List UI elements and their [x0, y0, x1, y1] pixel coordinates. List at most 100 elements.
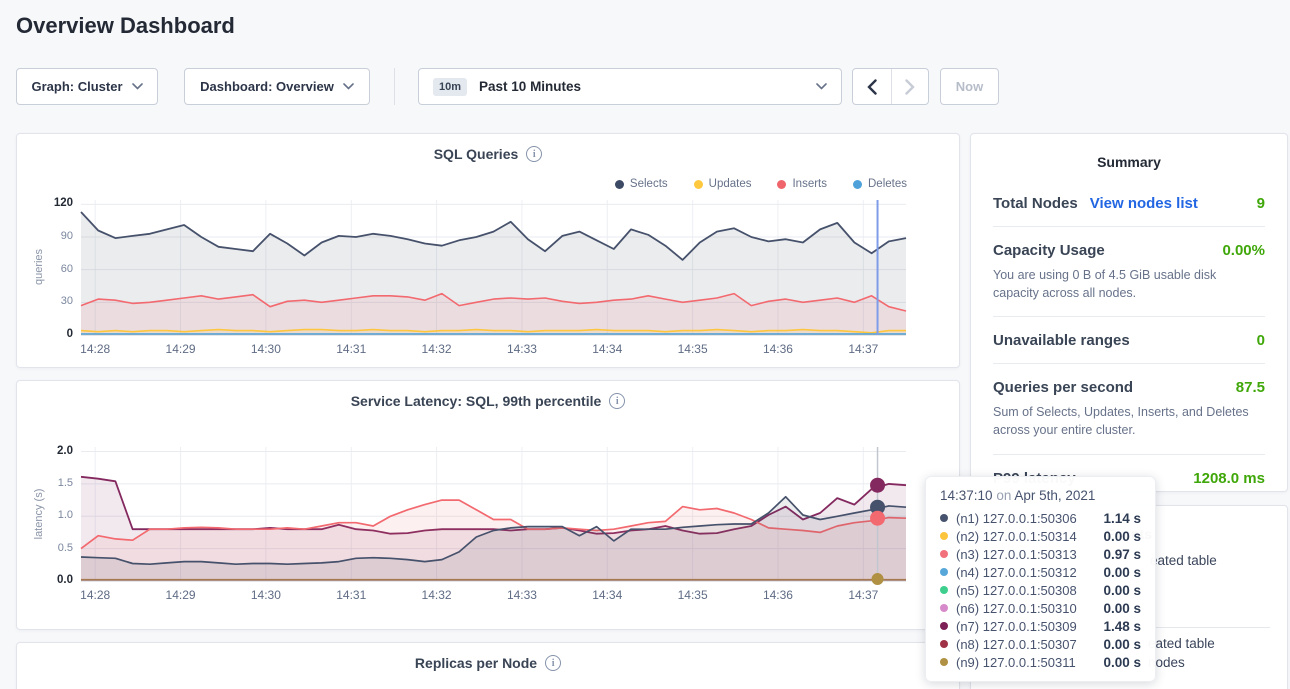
qps-desc: Sum of Selects, Updates, Inserts, and De…: [993, 403, 1265, 439]
chevron-right-icon: [905, 79, 915, 95]
summary-row-qps: Queries per second 87.5 Sum of Selects, …: [993, 364, 1265, 454]
chevron-down-icon: [132, 83, 143, 90]
sql-queries-title: SQL Queries: [434, 146, 519, 162]
node-color-dot: [940, 550, 948, 558]
node-address: (n6) 127.0.0.1:50310: [956, 601, 1077, 616]
summary-panel: Summary Total Nodes View nodes list 9 Ca…: [970, 133, 1288, 492]
latency-chart-plot[interactable]: [81, 447, 906, 581]
sql-queries-card: SQL Queries i Selects Updates Inserts Delet…: [16, 133, 960, 368]
event-text-fragment: eated table: [1148, 636, 1215, 651]
node-latency-value: 0.97 s: [1103, 547, 1141, 562]
chevron-down-icon: [343, 83, 354, 90]
latency-xtick-label: 14:29: [159, 588, 203, 602]
node-latency-value: 0.00 s: [1103, 655, 1141, 670]
summary-row-total-nodes: Total Nodes View nodes list 9: [993, 180, 1265, 227]
time-range-label: Past 10 Minutes: [479, 79, 581, 94]
latency-xtick-label: 14:28: [73, 588, 117, 602]
time-range-badge: 10m: [433, 78, 467, 96]
tooltip-node-row: (n1) 127.0.0.1:503061.14 s: [940, 509, 1141, 527]
now-button[interactable]: Now: [940, 68, 999, 105]
info-icon[interactable]: i: [526, 146, 542, 162]
tooltip-node-row: (n9) 127.0.0.1:50311 0.00 s: [940, 653, 1141, 671]
sql-ytick-label: 60: [17, 263, 73, 275]
node-color-dot: [940, 586, 948, 594]
capacity-usage-desc: You are using 0 B of 4.5 GiB usable disk…: [993, 266, 1265, 302]
latency-hover-marker: [870, 478, 885, 493]
legend-label: Updates: [709, 178, 752, 190]
node-address: (n5) 127.0.0.1:50308: [956, 583, 1077, 598]
sql-xtick-label: 14:35: [671, 342, 715, 356]
latency-xtick-label: 14:32: [415, 588, 459, 602]
dashboard-dropdown-label: Dashboard: Overview: [200, 79, 334, 94]
node-color-dot: [940, 532, 948, 540]
summary-row-unavailable: Unavailable ranges 0: [993, 317, 1265, 364]
sql-xtick-label: 14:32: [415, 342, 459, 356]
sql-xtick-label: 14:28: [73, 342, 117, 356]
toolbar-divider: [394, 68, 395, 105]
chevron-left-icon: [867, 79, 877, 95]
latency-xtick-label: 14:37: [841, 588, 885, 602]
node-latency-value: 1.14 s: [1103, 511, 1141, 526]
info-icon[interactable]: i: [545, 655, 561, 671]
legend-label: Inserts: [792, 178, 827, 190]
node-latency-value: 0.00 s: [1103, 565, 1141, 580]
legend-item-deletes: Deletes: [853, 178, 907, 190]
graph-dropdown[interactable]: Graph: Cluster: [16, 68, 158, 105]
legend-item-selects: Selects: [615, 178, 668, 190]
node-latency-value: 1.48 s: [1103, 619, 1141, 634]
latency-xtick-label: 14:36: [756, 588, 800, 602]
latency-hover-marker: [870, 511, 885, 526]
tooltip-node-row: (n8) 127.0.0.1:503070.00 s: [940, 635, 1141, 653]
service-latency-card: Service Latency: SQL, 99th percentile i …: [16, 380, 960, 630]
node-address: (n7) 127.0.0.1:50309: [956, 619, 1077, 634]
sql-ytick-label: 0: [17, 328, 73, 340]
latency-xtick-label: 14:35: [671, 588, 715, 602]
legend-item-inserts: Inserts: [777, 178, 827, 190]
next-time-button[interactable]: [891, 69, 929, 104]
time-range-dropdown[interactable]: 10m Past 10 Minutes: [418, 68, 842, 105]
node-color-dot: [940, 568, 948, 576]
qps-label: Queries per second: [993, 379, 1133, 396]
capacity-usage-label: Capacity Usage: [993, 242, 1105, 259]
sql-xtick-label: 14:37: [841, 342, 885, 356]
view-nodes-list-link[interactable]: View nodes list: [1090, 195, 1198, 212]
legend-dot: [853, 180, 862, 189]
node-color-dot: [940, 622, 948, 630]
event-text-fragment: eated table: [1150, 553, 1217, 568]
sql-queries-legend: Selects Updates Inserts Deletes: [615, 178, 907, 190]
page-title: Overview Dashboard: [16, 13, 235, 39]
latency-hover-marker: [872, 573, 884, 585]
legend-label: Deletes: [868, 178, 907, 190]
summary-title: Summary: [971, 134, 1287, 170]
legend-dot: [777, 180, 786, 189]
node-address: (n8) 127.0.0.1:50307: [956, 637, 1077, 652]
qps-value: 87.5: [1236, 379, 1265, 396]
tooltip-node-row: (n6) 127.0.0.1:503100.00 s: [940, 599, 1141, 617]
graph-dropdown-label: Graph: Cluster: [31, 79, 122, 94]
prev-time-button[interactable]: [853, 69, 891, 104]
node-address: (n9) 127.0.0.1:50311: [956, 655, 1076, 670]
chart-hover-tooltip: 14:37:10 on Apr 5th, 2021 (n1) 127.0.0.1…: [925, 476, 1156, 682]
tooltip-node-row: (n7) 127.0.0.1:50309 1.48 s: [940, 617, 1141, 635]
node-latency-value: 0.00 s: [1103, 529, 1141, 544]
tooltip-node-row: (n2) 127.0.0.1:503140.00 s: [940, 527, 1141, 545]
sql-ytick-label: 30: [17, 295, 73, 307]
replicas-per-node-title: Replicas per Node: [415, 655, 537, 671]
unavailable-ranges-value: 0: [1257, 332, 1265, 349]
sql-chart-plot[interactable]: [81, 200, 906, 335]
legend-dot: [694, 180, 703, 189]
latency-xtick-label: 14:33: [500, 588, 544, 602]
chevron-down-icon: [816, 83, 827, 90]
info-icon[interactable]: i: [609, 393, 625, 409]
tooltip-node-row: (n5) 127.0.0.1:503080.00 s: [940, 581, 1141, 599]
unavailable-ranges-label: Unavailable ranges: [993, 332, 1130, 349]
time-nav-group: [852, 68, 929, 105]
latency-ytick-label: 0.0: [17, 574, 73, 586]
node-address: (n4) 127.0.0.1:50312: [956, 565, 1077, 580]
latency-xtick-label: 14:30: [244, 588, 288, 602]
dashboard-dropdown[interactable]: Dashboard: Overview: [184, 68, 370, 105]
latency-ytick-label: 1.5: [17, 477, 73, 489]
summary-row-capacity: Capacity Usage 0.00% You are using 0 B o…: [993, 227, 1265, 317]
sql-ytick-label: 90: [17, 230, 73, 242]
legend-item-updates: Updates: [694, 178, 752, 190]
